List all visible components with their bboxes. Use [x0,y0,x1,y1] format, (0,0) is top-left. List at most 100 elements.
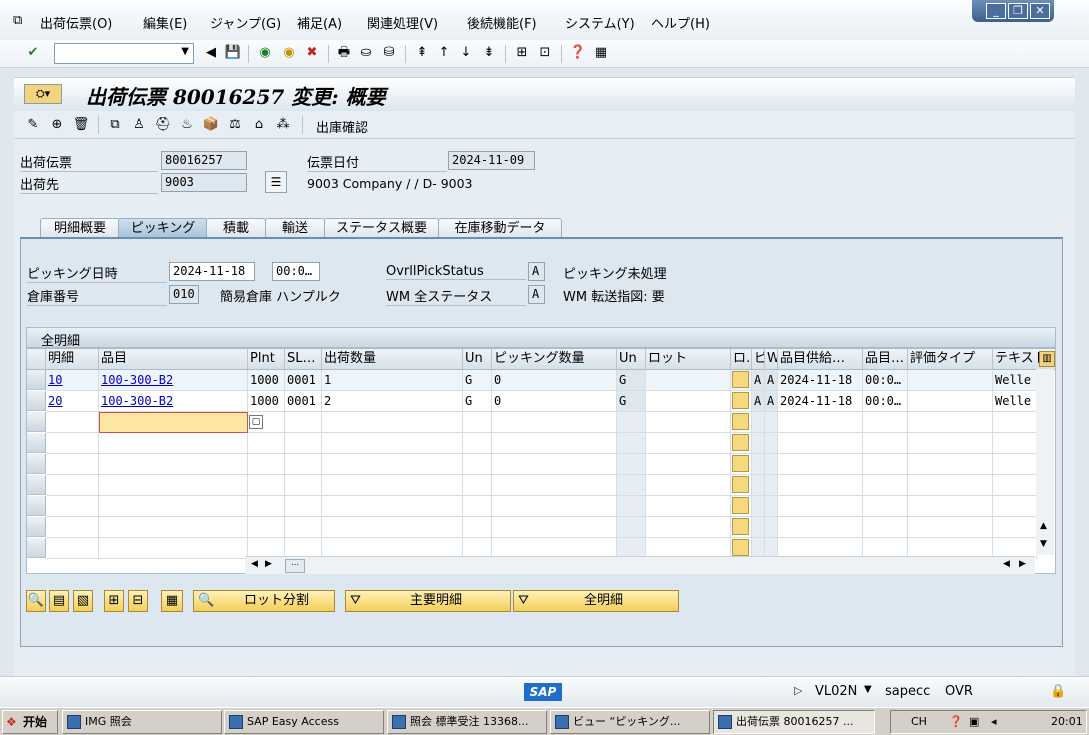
cell-unit[interactable] [463,412,492,433]
cell-unit[interactable]: G [463,370,492,391]
cell-material[interactable] [99,538,248,559]
cell-delivery-qty[interactable] [322,475,463,496]
task-picking-view[interactable]: ビュー “ピッキング... [550,710,710,734]
column-header-avail-date[interactable]: 品目供給… [778,349,863,370]
copy-icon[interactable]: ⧉ [106,116,124,134]
cell-picked-unit[interactable] [617,412,646,433]
scroll-down-icon[interactable]: ▼ [1040,539,1047,549]
cell-batch-flag[interactable] [731,433,752,454]
row-selector[interactable] [27,496,46,516]
task-img[interactable]: IMG 照会 [62,710,222,734]
cell-picked-unit[interactable] [617,454,646,475]
collapse-icon[interactable]: ◀ [202,44,220,62]
cell-valuation-type[interactable] [908,517,993,538]
column-header-material[interactable]: 品目 [99,349,248,370]
task-easy-access[interactable]: SAP Easy Access [224,710,384,734]
batch-flag-checkbox[interactable] [732,413,749,430]
cell-text[interactable]: Welle [993,391,1037,412]
column-header-batch[interactable]: ロット [646,349,731,370]
cell-delivery-qty[interactable] [322,433,463,454]
tab-status-overview[interactable]: ステータス概要 [324,218,439,238]
cell-pick-status[interactable]: A [752,370,765,391]
cell-avail-date[interactable] [778,412,863,433]
cell-item[interactable] [46,517,99,538]
cell-wm-status[interactable] [765,517,778,538]
batch-flag-checkbox[interactable] [732,455,749,472]
batch-flag-checkbox[interactable] [732,371,749,388]
cell-picked-unit[interactable] [617,433,646,454]
cell-picked-qty[interactable] [492,433,617,454]
cell-sloc[interactable] [285,433,322,454]
hat-icon[interactable]: ♨ [178,116,196,134]
cell-valuation-type[interactable] [908,391,993,412]
row-selector[interactable] [27,475,46,495]
cell-unit[interactable] [463,517,492,538]
docdate-field[interactable]: 2024-11-09 [448,151,535,170]
cell-picked-unit[interactable]: G [617,391,646,412]
command-field[interactable]: ▼ [54,43,194,64]
cell-picked-qty[interactable] [492,475,617,496]
cell-batch[interactable] [646,370,731,391]
cell-pick-status[interactable] [752,454,765,475]
volume-icon[interactable]: ◂ [991,711,997,733]
select-all-header[interactable] [27,349,46,370]
cell-valuation-type[interactable] [908,412,993,433]
cell-batch[interactable] [646,496,731,517]
cell-pick-status[interactable] [752,517,765,538]
cell-item[interactable] [46,412,99,433]
column-header-picked-unit[interactable]: Un [617,349,646,370]
menu-goto[interactable]: ジャンプ(G) [210,13,281,32]
table-settings-icon[interactable]: ▥ [1039,351,1055,367]
next-page-icon[interactable]: ↓ [457,44,475,62]
horizontal-scrollbar[interactable]: ◀ ▶ ⋯ ◀ ▶ [245,556,1035,574]
picking-date-field[interactable]: 2024-11-18 [169,262,255,281]
cell-picked-qty[interactable] [492,412,617,433]
warehouse-field[interactable]: 010 [169,285,199,304]
cancel-icon[interactable]: ✖ [303,44,321,62]
cell-batch[interactable] [646,433,731,454]
cell-pick-status[interactable] [752,433,765,454]
cell-avail-date[interactable] [778,433,863,454]
cell-avail-date[interactable] [778,496,863,517]
column-header-valuation-type[interactable]: 評価タイプ [908,349,993,370]
last-page-icon[interactable]: ⇟ [480,44,498,62]
print-icon[interactable]: 🖶 [335,44,353,62]
cell-sloc[interactable] [285,412,322,433]
cell-item[interactable] [46,454,99,475]
exit-icon[interactable]: ◉ [280,44,298,62]
maximize-icon[interactable]: ❐ [1008,3,1028,19]
cell-sloc[interactable]: 0001 [285,370,322,391]
delete-icon[interactable]: 🗑 [72,116,90,134]
cell-text[interactable] [993,412,1037,433]
cell-batch-flag[interactable] [731,475,752,496]
insert-row-icon[interactable]: ⊞ [104,590,124,612]
cell-plant[interactable] [248,475,285,496]
batch-flag-checkbox[interactable] [732,434,749,451]
cell-plant[interactable] [248,496,285,517]
menu-extras[interactable]: 補足(A) [297,13,342,32]
cell-item[interactable]: 10 [46,370,99,391]
delete-row-icon[interactable]: ⊟ [128,590,148,612]
cell-text[interactable] [993,475,1037,496]
cell-batch[interactable] [646,517,731,538]
cell-avail-date[interactable]: 2024-11-18 [778,391,863,412]
cell-plant[interactable] [248,517,285,538]
cell-delivery-qty[interactable] [322,412,463,433]
cell-item[interactable] [46,496,99,517]
cell-item-value[interactable]: 10 [48,373,62,387]
cell-wm-status[interactable]: A [765,391,778,412]
help-icon[interactable]: ❓ [569,44,587,62]
cell-picked-unit[interactable] [617,496,646,517]
row-selector[interactable] [27,412,46,432]
scroll-right-end-icon[interactable]: ▶ [1019,559,1026,569]
details-icon[interactable]: 🔍 [26,590,46,612]
cell-picked-qty[interactable] [492,454,617,475]
cell-material[interactable]: 100-300-B2 [99,391,248,412]
cell-wm-status[interactable]: A [765,370,778,391]
cell-picked-qty[interactable] [492,517,617,538]
cell-batch[interactable] [646,391,731,412]
row-selector[interactable] [27,517,46,537]
layout-menu-icon[interactable]: ▦ [592,44,610,62]
cell-picked-qty[interactable] [492,496,617,517]
other-delivery-icon[interactable]: ⛭▾ [24,84,62,104]
